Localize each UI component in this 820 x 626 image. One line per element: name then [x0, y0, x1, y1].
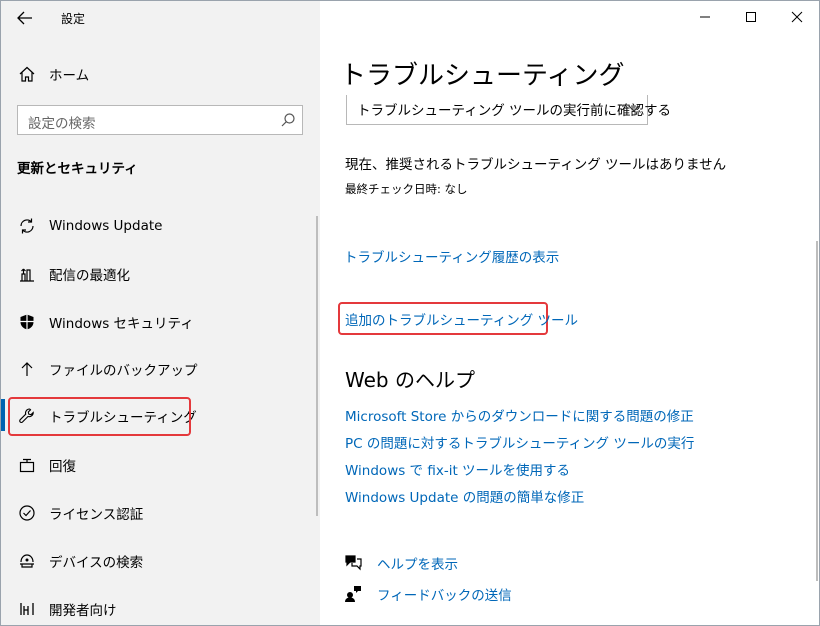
- run-preference-dropdown[interactable]: トラブルシューティング ツールの実行前に確認する: [346, 95, 671, 125]
- feedback-icon: [343, 584, 363, 604]
- web-help-heading: Web のヘルプ: [345, 368, 475, 392]
- sidebar-item-label: Windows Update: [49, 218, 163, 234]
- sidebar-item-label: 開発者向け: [49, 603, 117, 619]
- check-circle-icon: [17, 503, 37, 523]
- main-scrollbar[interactable]: [816, 241, 818, 581]
- shield-icon: [17, 312, 37, 332]
- minimize-button[interactable]: [682, 1, 728, 33]
- title-bar: 設定: [1, 1, 320, 35]
- sidebar-item-label: ファイルのバックアップ: [49, 363, 198, 379]
- feedback-link[interactable]: フィードバックの送信: [377, 584, 512, 604]
- sidebar: 設定 ホーム 設定の検索 更新とセキュリティ Windows Update 配信…: [1, 1, 320, 625]
- history-link[interactable]: トラブルシューティング履歴の表示: [344, 246, 559, 266]
- close-icon: [791, 11, 803, 23]
- dropdown-value: トラブルシューティング ツールの実行前に確認する: [357, 103, 671, 119]
- settings-window: 設定 ホーム 設定の検索 更新とセキュリティ Windows Update 配信…: [0, 0, 820, 626]
- recovery-icon: [17, 455, 37, 475]
- sidebar-item-activation[interactable]: ライセンス認証: [1, 493, 320, 533]
- sidebar-item-label: デバイスの検索: [49, 555, 144, 571]
- last-check-text: 最終チェック日時: なし: [345, 182, 468, 196]
- sidebar-item-developer[interactable]: 開発者向け: [1, 589, 320, 625]
- home-icon: [17, 64, 37, 84]
- back-button[interactable]: [11, 7, 39, 29]
- maximize-button[interactable]: [728, 1, 774, 33]
- web-help-link[interactable]: Microsoft Store からのダウンロードに関する問題の修正: [345, 405, 694, 425]
- chat-help-icon: [343, 552, 363, 572]
- back-arrow-icon: [17, 11, 32, 25]
- sidebar-item-find-device[interactable]: デバイスの検索: [1, 541, 320, 581]
- additional-troubleshooters-link[interactable]: 追加のトラブルシューティング ツール: [345, 309, 578, 329]
- sidebar-item-file-backup[interactable]: ファイルのバックアップ: [1, 349, 320, 389]
- highlight-box: [8, 397, 191, 436]
- search-placeholder: 設定の検索: [28, 116, 96, 132]
- maximize-icon: [746, 12, 756, 22]
- page-title: トラブルシューティング: [340, 61, 625, 91]
- app-title: 設定: [61, 12, 86, 26]
- sync-icon: [17, 216, 37, 236]
- find-device-icon: [17, 551, 37, 571]
- main-content: トラブルシューティング トラブルシューティング ツールの実行前に確認する 現在、…: [320, 1, 819, 625]
- minimize-icon: [700, 16, 710, 18]
- section-title: 更新とセキュリティ: [17, 161, 138, 177]
- nav-home[interactable]: ホーム: [1, 54, 320, 94]
- delivery-optimization-icon: [17, 264, 37, 284]
- search-input[interactable]: 設定の検索: [17, 105, 303, 135]
- sidebar-item-recovery[interactable]: 回復: [1, 445, 320, 485]
- sidebar-item-label: Windows セキュリティ: [49, 316, 194, 332]
- sidebar-item-label: ライセンス認証: [49, 507, 144, 523]
- close-button[interactable]: [774, 1, 819, 33]
- sidebar-item-delivery-optimization[interactable]: 配信の最適化: [1, 254, 320, 294]
- sidebar-item-label: 回復: [49, 459, 76, 475]
- status-text: 現在、推奨されるトラブルシューティング ツールはありません: [345, 157, 727, 173]
- sidebar-item-label: 配信の最適化: [49, 268, 130, 284]
- chevron-down-icon: [628, 105, 640, 112]
- sidebar-item-windows-security[interactable]: Windows セキュリティ: [1, 302, 320, 342]
- sidebar-item-windows-update[interactable]: Windows Update: [1, 206, 320, 246]
- developer-icon: [17, 599, 37, 619]
- web-help-link[interactable]: Windows Update の問題の簡単な修正: [345, 486, 584, 506]
- web-help-link[interactable]: Windows で fix-it ツールを使用する: [345, 459, 570, 479]
- search-icon: [281, 113, 295, 127]
- web-help-link[interactable]: PC の問題に対するトラブルシューティング ツールの実行: [345, 432, 694, 452]
- sidebar-scrollbar[interactable]: [316, 216, 318, 516]
- backup-arrow-icon: [17, 359, 37, 379]
- nav-home-label: ホーム: [49, 68, 90, 84]
- get-help-link[interactable]: ヘルプを表示: [377, 553, 458, 573]
